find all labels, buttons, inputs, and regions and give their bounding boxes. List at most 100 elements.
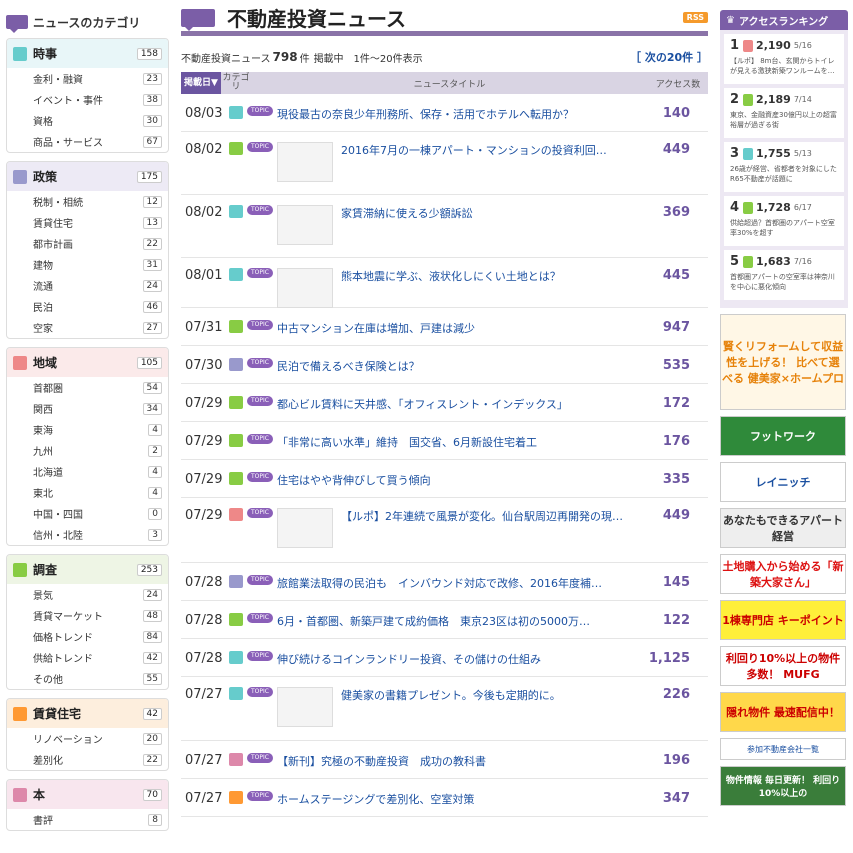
participating-companies-link[interactable]: 参加不動産会社一覧 xyxy=(720,738,846,760)
article-thumbnail[interactable] xyxy=(276,268,333,308)
row-access-count: 172 xyxy=(662,396,690,411)
category-item[interactable]: 首都圏 54 xyxy=(7,377,168,398)
table-row[interactable]: 07/27 TOPIC 【新刊】究極の不動産投資 成功の教科書 196 xyxy=(181,741,708,779)
article-thumbnail[interactable] xyxy=(276,142,333,182)
category-item[interactable]: 九州 2 xyxy=(7,440,168,461)
row-title-link[interactable]: 現役最古の奈良少年刑務所、保存・活用でホテルへ転用か？ xyxy=(277,106,648,122)
category-header-3[interactable]: 調査 253 xyxy=(7,555,168,584)
table-row[interactable]: 08/03 TOPIC 現役最古の奈良少年刑務所、保存・活用でホテルへ転用か？ 140 xyxy=(181,94,708,132)
table-row[interactable]: 07/29 TOPIC 【ルポ】2年連続で風景が変化。仙台駅周辺再開発の現… 449 xyxy=(181,498,708,563)
next-page-link[interactable]: ［ 次の20件 ］ xyxy=(630,49,708,65)
table-row[interactable]: 07/29 TOPIC 「非常に高い水準」維持 国交省、6月新設住宅着工 176 xyxy=(181,422,708,460)
row-title-link[interactable]: 健美家の書籍プレゼント。今後も定期的に。 xyxy=(341,687,648,703)
table-row[interactable]: 07/29 TOPIC 都心ビル賃料に天井感、「オフィスレント・インデックス」 172 xyxy=(181,384,708,422)
category-item[interactable]: 税制・相続 12 xyxy=(7,191,168,212)
category-item[interactable]: 書評 8 xyxy=(7,809,168,830)
category-item[interactable]: 信州・北陸 3 xyxy=(7,524,168,545)
category-item[interactable]: 東北 4 xyxy=(7,482,168,503)
category-header-4[interactable]: 賃貸住宅 42 xyxy=(7,699,168,728)
table-row[interactable]: 07/30 TOPIC 民泊で備えるべき保険とは？ 535 xyxy=(181,346,708,384)
category-item[interactable]: 流通 24 xyxy=(7,275,168,296)
row-title-link[interactable]: 6月・首都圏、新築戸建て成約価格 東京23区は初の5000万… xyxy=(277,613,648,629)
row-title-link[interactable]: 住宅はやや背伸びして買う傾向 xyxy=(277,472,648,488)
table-row[interactable]: 07/31 TOPIC 中古マンション在庫は増加、戸建は減少 947 xyxy=(181,308,708,346)
category-item[interactable]: 景気 24 xyxy=(7,584,168,605)
ranking-item[interactable]: 2 2,189 7/14 東京、金融資産30億円以上の超富裕層が過ぎる街 xyxy=(724,88,844,138)
category-item[interactable]: 金利・融資 23 xyxy=(7,68,168,89)
category-name: 政策 xyxy=(33,170,58,184)
row-title-link[interactable]: ホームステージングで差別化、空室対策 xyxy=(277,791,648,807)
category-item[interactable]: 空家 27 xyxy=(7,317,168,338)
row-title-link[interactable]: 伸び続けるコインランドリー投資、その儲けの仕組み xyxy=(277,651,648,667)
table-row[interactable]: 07/28 TOPIC 伸び続けるコインランドリー投資、その儲けの仕組み 1,125 xyxy=(181,639,708,677)
ad-banner[interactable]: 賢くリフォームして収益性を上げる！ 比べて選べる 健美家×ホームプロ xyxy=(720,314,846,410)
ad-banner[interactable]: 利回り10%以上の物件多数！ MUFG xyxy=(720,646,846,686)
row-access-count: 449 xyxy=(662,508,690,523)
row-title-link[interactable]: 2016年7月の一棟アパート・マンションの投資利回… xyxy=(341,142,648,158)
category-item[interactable]: 中国・四国 0 xyxy=(7,503,168,524)
category-header-1[interactable]: 政策 175 xyxy=(7,162,168,191)
table-row[interactable]: 07/27 TOPIC ホームステージングで差別化、空室対策 347 xyxy=(181,779,708,817)
article-thumbnail[interactable] xyxy=(276,687,333,727)
ranking-item[interactable]: 3 1,755 5/13 26歳が経営、省都者を対象にしたR65不動産が話題に xyxy=(724,142,844,192)
category-item[interactable]: その他 55 xyxy=(7,668,168,689)
ad-banner[interactable]: 土地購入から始める「新築大家さん」 xyxy=(720,554,846,594)
ad-banner[interactable]: レイニッチ xyxy=(720,462,846,502)
article-thumbnail[interactable] xyxy=(276,508,333,548)
article-thumbnail[interactable] xyxy=(276,205,333,245)
row-title-link[interactable]: 民泊で備えるべき保険とは？ xyxy=(277,358,648,374)
category-item[interactable]: 供給トレンド 42 xyxy=(7,647,168,668)
rss-button[interactable]: RSS xyxy=(682,12,708,23)
category-item[interactable]: 差別化 22 xyxy=(7,749,168,770)
category-item[interactable]: 建物 31 xyxy=(7,254,168,275)
category-item[interactable]: 民泊 46 xyxy=(7,296,168,317)
table-row[interactable]: 07/28 TOPIC 旅館業法取得の民泊も インバウンド対応で改修、2016年度補… xyxy=(181,563,708,601)
ad-banner[interactable]: 隠れ物件 最速配信中！ xyxy=(720,692,846,732)
category-item-count: 84 xyxy=(142,630,162,643)
row-access-count: 347 xyxy=(662,791,690,806)
sort-date-header[interactable]: 掲載日▼ xyxy=(181,72,221,94)
ranking-value: 1,755 xyxy=(756,147,791,160)
row-title-link[interactable]: 都心ビル賃料に天井感、「オフィスレント・インデックス」 xyxy=(277,396,648,412)
category-item[interactable]: 北海道 4 xyxy=(7,461,168,482)
ranking-item[interactable]: 5 1,683 7/16 首都圏アパートの空室率は神奈川を中心に悪化傾向 xyxy=(724,250,844,300)
bottom-ad-banner[interactable]: 物件情報 毎日更新！ 利回り10%以上の xyxy=(720,766,846,806)
ad-banner[interactable]: あなたもできるアパート経営 xyxy=(720,508,846,548)
category-item[interactable]: 商品・サービス 67 xyxy=(7,131,168,152)
ranking-item[interactable]: 1 2,190 5/16 【ルポ】 8m台、玄関からトイレが見える激狭新築ワンルームを… xyxy=(724,34,844,84)
ranking-item[interactable]: 4 1,728 6/17 供給超過？首都圏のアパート空室率30%を超す xyxy=(724,196,844,246)
row-title-link[interactable]: 【新刊】究極の不動産投資 成功の教科書 xyxy=(277,753,648,769)
topic-badge: TOPIC xyxy=(247,320,273,330)
table-row[interactable]: 08/02 TOPIC 家賃滞納に使える少額訴訟 369 xyxy=(181,195,708,258)
category-item-label: 民泊 xyxy=(33,303,53,314)
row-title-link[interactable]: 【ルポ】2年連続で風景が変化。仙台駅周辺再開発の現… xyxy=(341,508,648,524)
category-item[interactable]: イベント・事件 38 xyxy=(7,89,168,110)
row-title-link[interactable]: 熊本地震に学ぶ、液状化しにくい土地とは？ xyxy=(341,268,648,284)
row-title-link[interactable]: 家賃滞納に使える少額訴訟 xyxy=(341,205,648,221)
row-title-link[interactable]: 旅館業法取得の民泊も インバウンド対応で改修、2016年度補… xyxy=(277,575,648,591)
table-row[interactable]: 07/29 TOPIC 住宅はやや背伸びして買う傾向 335 xyxy=(181,460,708,498)
category-header-5[interactable]: 本 70 xyxy=(7,780,168,809)
category-item-count: 31 xyxy=(142,258,162,271)
category-item[interactable]: 資格 30 xyxy=(7,110,168,131)
row-access-count: 122 xyxy=(662,613,690,628)
category-item[interactable]: 東海 4 xyxy=(7,419,168,440)
category-item[interactable]: 価格トレンド 84 xyxy=(7,626,168,647)
table-row[interactable]: 08/02 TOPIC 2016年7月の一棟アパート・マンションの投資利回… 449 xyxy=(181,132,708,195)
table-row[interactable]: 08/01 TOPIC 熊本地震に学ぶ、液状化しにくい土地とは？ 445 xyxy=(181,258,708,308)
table-row[interactable]: 07/27 TOPIC 健美家の書籍プレゼント。今後も定期的に。 226 xyxy=(181,677,708,741)
category-item-count: 67 xyxy=(142,135,162,148)
ad-banner[interactable]: 1棟専門店 キーポイント xyxy=(720,600,846,640)
table-row[interactable]: 07/28 TOPIC 6月・首都圏、新築戸建て成約価格 東京23区は初の5000万… xyxy=(181,601,708,639)
category-item[interactable]: リノベーション 20 xyxy=(7,728,168,749)
topic-badge: TOPIC xyxy=(247,753,273,763)
category-item[interactable]: 賃貸住宅 13 xyxy=(7,212,168,233)
row-title-link[interactable]: 中古マンション在庫は増加、戸建は減少 xyxy=(277,320,648,336)
category-header-2[interactable]: 地域 105 xyxy=(7,348,168,377)
ad-banner[interactable]: フットワーク xyxy=(720,416,846,456)
row-title-link[interactable]: 「非常に高い水準」維持 国交省、6月新設住宅着工 xyxy=(277,434,648,450)
category-header-0[interactable]: 時事 158 xyxy=(7,39,168,68)
category-item[interactable]: 賃貸マーケット 48 xyxy=(7,605,168,626)
category-item[interactable]: 都市計画 22 xyxy=(7,233,168,254)
category-item[interactable]: 関西 34 xyxy=(7,398,168,419)
